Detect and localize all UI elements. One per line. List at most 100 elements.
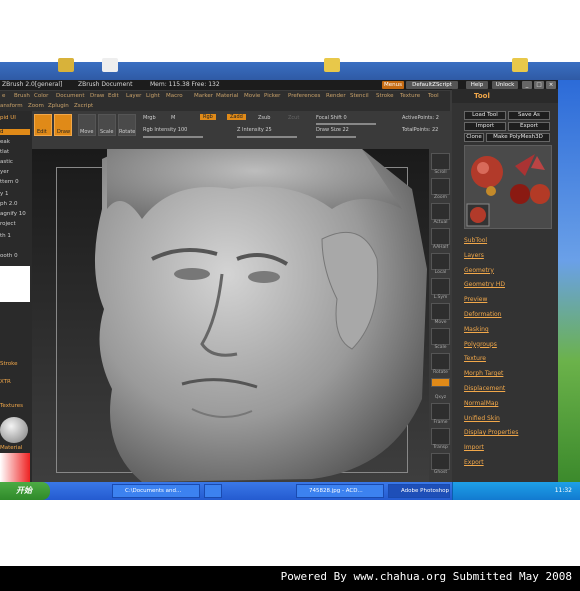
task-photoshop[interactable]: Adobe Photoshop ... — [388, 484, 450, 498]
view-button-actual[interactable] — [431, 203, 450, 220]
left-tray-item[interactable]: yer — [0, 169, 9, 175]
view-button-frame[interactable] — [431, 403, 450, 420]
left-tray-item[interactable]: ph 2.0 — [0, 201, 17, 207]
view-button-scroll[interactable] — [431, 153, 450, 170]
maximize-button[interactable]: □ — [534, 81, 544, 89]
subpalette-geometry[interactable]: Geometry — [464, 267, 494, 274]
quicklaunch-icon[interactable] — [60, 484, 78, 498]
document-canvas[interactable] — [32, 149, 429, 482]
subpalette-unified-skin[interactable]: Unified Skin — [464, 415, 500, 422]
menu-item[interactable]: Draw — [90, 93, 104, 99]
desktop-shortcut-icon[interactable] — [102, 58, 118, 72]
menu-item[interactable]: Material — [216, 93, 238, 99]
zsub-toggle[interactable]: Zsub — [258, 115, 270, 121]
menu-item[interactable]: Movie — [244, 93, 260, 99]
left-tray-item[interactable]: y 1 — [0, 191, 9, 197]
menu-item[interactable]: Brush — [14, 93, 30, 99]
menu-item[interactable]: e — [2, 93, 5, 99]
sculpted-head-model[interactable] — [32, 149, 429, 482]
subpalette-polygroups[interactable]: Polygroups — [464, 341, 497, 348]
subpalette-deformation[interactable]: Deformation — [464, 311, 501, 318]
rotate-button[interactable]: Rotate — [118, 114, 136, 136]
subpalette-texture[interactable]: Texture — [464, 355, 486, 362]
menu-item[interactable]: Picker — [264, 93, 280, 99]
left-tray-item[interactable]: roject — [0, 221, 16, 227]
left-tray-item[interactable]: d — [0, 129, 30, 135]
make-polymesh3d-button[interactable]: Make PolyMesh3D — [486, 133, 550, 142]
menu-item[interactable]: Stencil — [350, 93, 369, 99]
menu-item[interactable]: Layer — [126, 93, 141, 99]
rgb-intensity-slider[interactable]: Rgb Intensity 100 — [143, 127, 187, 133]
subpalette-normalmap[interactable]: NormalMap — [464, 400, 498, 407]
task-icon[interactable] — [204, 484, 222, 498]
menu-item[interactable]: Color — [34, 93, 48, 99]
subpalette-import[interactable]: Import — [464, 444, 484, 451]
draw-size-slider[interactable]: Draw Size 22 — [316, 127, 349, 133]
left-tray-item[interactable]: XTR — [0, 379, 11, 385]
subpalette-geometry-hd[interactable]: Geometry HD — [464, 281, 505, 288]
folder-icon[interactable] — [324, 58, 340, 72]
focal-shift-slider[interactable]: Focal Shift 0 — [316, 115, 347, 121]
left-tray-item[interactable]: eak — [0, 139, 10, 145]
rgb-intensity-track[interactable] — [143, 136, 203, 138]
view-button-scale[interactable] — [431, 328, 450, 345]
import-button[interactable]: Import — [464, 122, 506, 131]
left-tray-item[interactable]: Material — [0, 445, 22, 451]
z-intensity-track[interactable] — [237, 136, 297, 138]
view-button-lsym[interactable] — [431, 278, 450, 295]
subpalette-display-properties[interactable]: Display Properties — [464, 429, 518, 436]
task-acdsee[interactable]: 745828.jpg - ACD... — [296, 484, 384, 498]
zadd-toggle[interactable]: Zadd — [227, 114, 246, 120]
view-button-ghost[interactable] — [431, 453, 450, 470]
desktop-icon[interactable] — [58, 58, 74, 72]
left-tray-item[interactable]: Textures — [0, 403, 23, 409]
subpalette-masking[interactable]: Masking — [464, 326, 489, 333]
save-as-button[interactable]: Save As — [508, 111, 550, 120]
edit-button[interactable]: Edit — [34, 114, 52, 136]
left-tray-item[interactable]: ooth 0 — [0, 253, 18, 259]
task-explorer[interactable]: C:\Documents and... — [112, 484, 200, 498]
subpalette-displacement[interactable]: Displacement — [464, 385, 505, 392]
load-tool-button[interactable]: Load Tool — [464, 111, 506, 120]
move-button[interactable]: Move — [78, 114, 96, 136]
subpalette-subtool[interactable]: SubTool — [464, 237, 487, 244]
default-zscript-button[interactable]: DefaultZScript — [406, 81, 458, 89]
m-toggle[interactable]: M — [171, 115, 175, 121]
menu-item[interactable]: Render — [326, 93, 346, 99]
scale-button[interactable]: Scale — [98, 114, 116, 136]
left-tray-item[interactable]: agnify 10 — [0, 211, 26, 217]
menu-item[interactable]: Zplugin — [48, 103, 69, 109]
export-button[interactable]: Export — [508, 122, 550, 131]
subpalette-export[interactable]: Export — [464, 459, 484, 466]
mrgb-toggle[interactable]: Mrgb — [143, 115, 156, 121]
menu-item[interactable]: Light — [146, 93, 160, 99]
menu-item[interactable]: Edit — [108, 93, 119, 99]
view-button-local[interactable] — [431, 253, 450, 270]
unlock-button[interactable]: Unlock — [492, 81, 518, 89]
left-tray-item[interactable]: astic — [0, 159, 13, 165]
left-tray-item[interactable]: pid UI — [0, 115, 16, 121]
view-button-aahalf[interactable] — [431, 228, 450, 245]
start-button[interactable]: 开始 — [0, 482, 50, 500]
rgb-toggle[interactable]: Rgb — [200, 114, 216, 120]
view-button-rotate[interactable] — [431, 353, 450, 370]
subpalette-preview[interactable]: Preview — [464, 296, 487, 303]
menu-item[interactable]: Zscript — [74, 103, 93, 109]
tool-thumbnail-set[interactable] — [465, 146, 553, 230]
close-button[interactable]: × — [546, 81, 556, 89]
menu-item[interactable]: Stroke — [376, 93, 394, 99]
left-tray-item[interactable]: tlat — [0, 149, 9, 155]
alpha-preview[interactable] — [0, 266, 30, 302]
left-tray-item[interactable]: Stroke — [0, 361, 18, 367]
menu-item[interactable]: Tool — [428, 93, 439, 99]
menu-item[interactable]: Macro — [166, 93, 183, 99]
subpalette-layers[interactable]: Layers — [464, 252, 484, 259]
menu-item[interactable]: ansform — [0, 103, 23, 109]
left-tray-item[interactable]: ttern 0 — [0, 179, 19, 185]
z-intensity-slider[interactable]: Z Intensity 25 — [237, 127, 272, 133]
view-button-transp[interactable] — [431, 428, 450, 445]
focal-shift-track[interactable] — [316, 123, 376, 125]
view-button-qxyz[interactable] — [431, 378, 450, 387]
menus-button[interactable]: Menus — [382, 81, 404, 89]
zcut-toggle[interactable]: Zcut — [288, 115, 299, 121]
